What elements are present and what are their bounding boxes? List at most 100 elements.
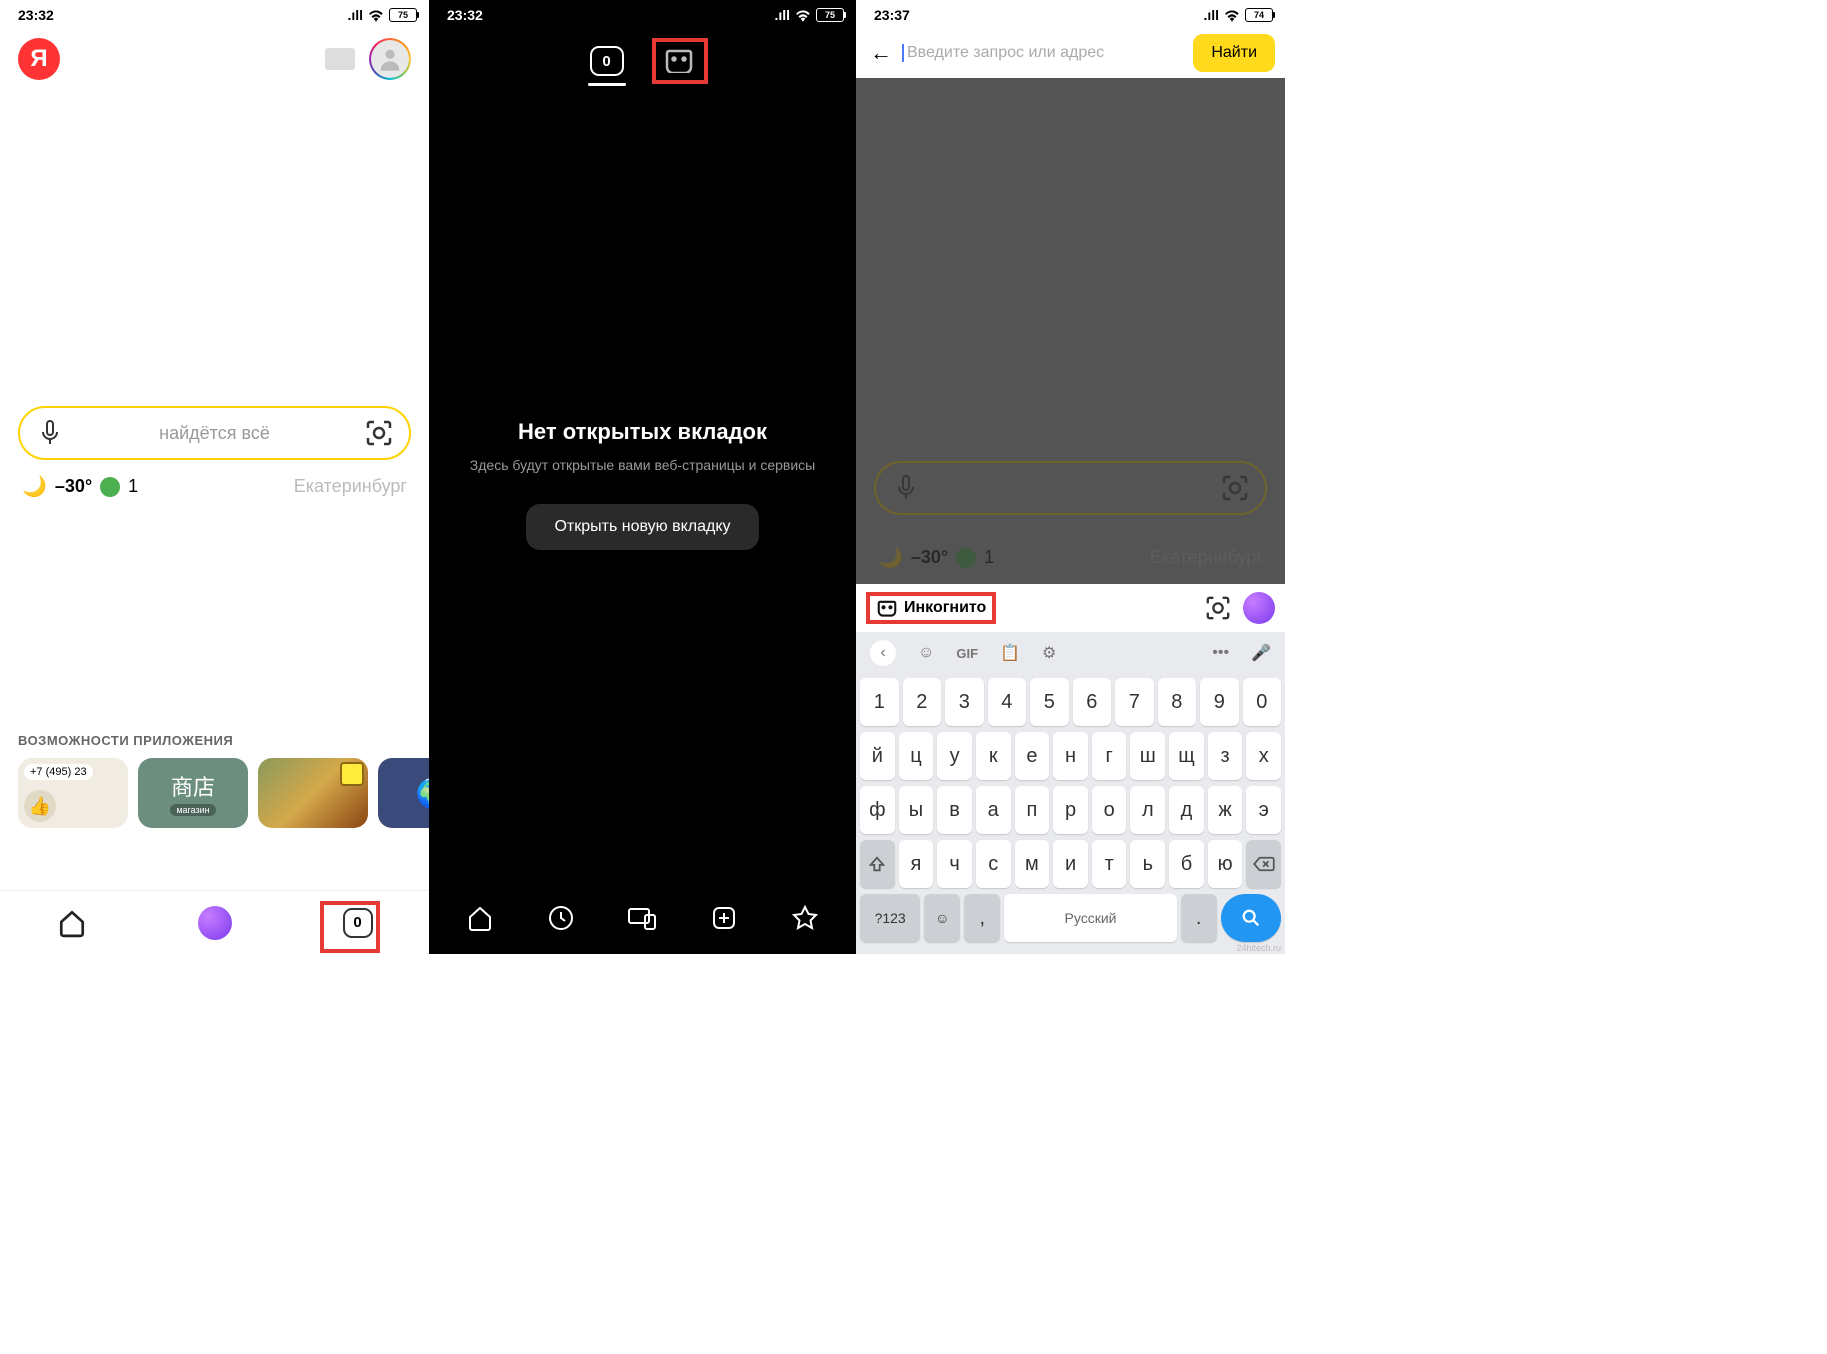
keyboard: ‹ ☺ GIF 📋 ⚙ ••• 🎤 1234567890 йцукенгшщзх… (856, 632, 1285, 954)
key-8[interactable]: 8 (1158, 678, 1197, 726)
search-bar[interactable]: найдётся всё (18, 406, 411, 460)
comma-key[interactable]: , (964, 894, 1000, 942)
key-е[interactable]: е (1015, 732, 1050, 780)
microphone-icon[interactable] (34, 417, 66, 449)
key-ч[interactable]: ч (937, 840, 972, 888)
eco-value: 1 (128, 476, 138, 497)
history-icon[interactable] (545, 902, 577, 934)
incognito-mask-icon (876, 598, 898, 618)
battery-icon: 75 (389, 8, 417, 22)
key-н[interactable]: н (1053, 732, 1088, 780)
mail-icon[interactable] (325, 48, 355, 70)
empty-state: Нет открытых вкладок Здесь будут открыты… (429, 86, 856, 882)
key-й[interactable]: й (860, 732, 895, 780)
key-о[interactable]: о (1092, 786, 1127, 834)
kb-clipboard-icon[interactable]: 📋 (1000, 643, 1020, 663)
backspace-key[interactable] (1246, 840, 1281, 888)
status-bar: 23:37 .ıll 74 (856, 0, 1285, 28)
key-1[interactable]: 1 (860, 678, 899, 726)
key-2[interactable]: 2 (903, 678, 942, 726)
kb-sticker-icon[interactable]: ☺ (918, 644, 934, 662)
key-щ[interactable]: щ (1169, 732, 1204, 780)
key-т[interactable]: т (1092, 840, 1127, 888)
key-и[interactable]: и (1053, 840, 1088, 888)
space-key[interactable]: Русский (1004, 894, 1176, 942)
home-icon[interactable] (54, 905, 90, 941)
key-9[interactable]: 9 (1200, 678, 1239, 726)
key-б[interactable]: б (1169, 840, 1204, 888)
camera-scan-icon[interactable] (1205, 595, 1231, 621)
card-more[interactable]: 🌍 (378, 758, 429, 828)
yandex-logo-icon[interactable]: Я (18, 38, 60, 80)
normal-tabs-button[interactable]: 0 (590, 46, 624, 76)
key-ю[interactable]: ю (1208, 840, 1243, 888)
card-image-search[interactable] (258, 758, 368, 828)
key-к[interactable]: к (976, 732, 1011, 780)
key-ц[interactable]: ц (899, 732, 934, 780)
key-з[interactable]: з (1208, 732, 1243, 780)
key-м[interactable]: м (1015, 840, 1050, 888)
numsym-key[interactable]: ?123 (860, 894, 920, 942)
key-7[interactable]: 7 (1115, 678, 1154, 726)
key-я[interactable]: я (899, 840, 934, 888)
key-ф[interactable]: ф (860, 786, 895, 834)
status-icons: .ıll 75 (774, 7, 844, 23)
key-0[interactable]: 0 (1243, 678, 1282, 726)
key-х[interactable]: х (1246, 732, 1281, 780)
alice-button[interactable] (197, 905, 233, 941)
incognito-chip[interactable]: Инкогнито (866, 592, 996, 624)
key-а[interactable]: а (976, 786, 1011, 834)
address-input[interactable]: Введите запрос или адрес (902, 44, 1183, 62)
search-key[interactable] (1221, 894, 1281, 942)
key-5[interactable]: 5 (1030, 678, 1069, 726)
search-placeholder: найдётся всё (76, 423, 353, 444)
key-п[interactable]: п (1015, 786, 1050, 834)
period-key[interactable]: . (1181, 894, 1217, 942)
bookmarks-icon[interactable] (789, 902, 821, 934)
card-caller-id[interactable]: +7 (495) 23 👍 (18, 758, 128, 828)
new-tab-icon[interactable] (708, 902, 740, 934)
highlight-box-incognito (652, 38, 708, 84)
key-л[interactable]: л (1130, 786, 1165, 834)
kb-more-icon[interactable]: ••• (1212, 644, 1229, 662)
camera-scan-icon[interactable] (363, 417, 395, 449)
home-icon[interactable] (464, 902, 496, 934)
key-ь[interactable]: ь (1130, 840, 1165, 888)
key-в[interactable]: в (937, 786, 972, 834)
key-ы[interactable]: ы (899, 786, 934, 834)
shift-key[interactable] (860, 840, 895, 888)
key-э[interactable]: э (1246, 786, 1281, 834)
tabs-screen: 23:32 .ıll 75 0 Нет открытых вкладок Зде… (429, 0, 856, 954)
emoji-key[interactable]: ☺ (924, 894, 960, 942)
status-icons: .ıll 74 (1203, 7, 1273, 23)
kb-settings-icon[interactable]: ⚙ (1042, 643, 1056, 663)
thumb-up-icon: 👍 (24, 790, 56, 822)
alice-orb-icon[interactable] (1243, 592, 1275, 624)
key-6[interactable]: 6 (1073, 678, 1112, 726)
key-с[interactable]: с (976, 840, 1011, 888)
key-ж[interactable]: ж (1208, 786, 1243, 834)
battery-icon: 74 (1245, 8, 1273, 22)
tab-mode-switcher: 0 (429, 28, 856, 86)
weather-widget[interactable]: 🌙 –30° 1 Екатеринбург (0, 460, 429, 513)
kb-mic-icon[interactable]: 🎤 (1251, 643, 1271, 663)
card-translator[interactable]: 商店 магазин (138, 758, 248, 828)
key-4[interactable]: 4 (988, 678, 1027, 726)
key-ш[interactable]: ш (1130, 732, 1165, 780)
kb-row3: фывапролджэ (860, 786, 1281, 834)
key-г[interactable]: г (1092, 732, 1127, 780)
key-д[interactable]: д (1169, 786, 1204, 834)
devices-icon[interactable] (626, 902, 658, 934)
new-tab-button[interactable]: Открыть новую вкладку (526, 504, 758, 550)
back-arrow-icon[interactable]: ← (870, 40, 892, 66)
avatar-button[interactable] (369, 38, 411, 80)
key-3[interactable]: 3 (945, 678, 984, 726)
kb-chevron-left-icon[interactable]: ‹ (870, 640, 896, 666)
kb-gif-button[interactable]: GIF (956, 646, 978, 661)
find-button[interactable]: Найти (1193, 34, 1275, 72)
key-р[interactable]: р (1053, 786, 1088, 834)
battery-icon: 75 (816, 8, 844, 22)
key-у[interactable]: у (937, 732, 972, 780)
status-bar: 23:32 .ıll 75 (429, 0, 856, 28)
keyboard-toolbar: ‹ ☺ GIF 📋 ⚙ ••• 🎤 (856, 632, 1285, 674)
